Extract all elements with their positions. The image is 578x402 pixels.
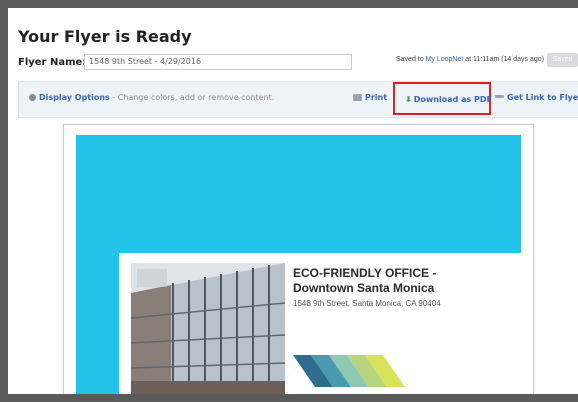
flyer-name-label: Flyer Name: (18, 57, 87, 68)
get-link-label[interactable]: Get Link to Flyer (507, 93, 578, 102)
download-pdf-label[interactable]: ⬇ Download as PDF (405, 95, 492, 104)
decorative-stripes (293, 355, 405, 387)
building-image (131, 263, 285, 394)
flyer-preview: ECO-FRIENDLY OFFICE - Downtown Santa Mon… (63, 124, 534, 394)
download-pdf-text[interactable]: Download as PDF (414, 95, 492, 104)
flyer-toolbar: Display Options - Change colors, add or … (18, 81, 578, 118)
saved-time: at 11:11am (14 days ago) (463, 56, 545, 63)
printer-icon (353, 94, 362, 101)
display-options-label[interactable]: Display Options (39, 93, 110, 102)
download-arrow-icon: ⬇ (405, 95, 412, 104)
listing-title-line1: ECO-FRIENDLY OFFICE - (293, 266, 437, 280)
gear-icon (29, 94, 36, 101)
download-pdf-button[interactable]: ⬇ Download as PDF (393, 82, 492, 115)
print-button[interactable]: Print (353, 93, 387, 102)
link-icon (495, 95, 504, 98)
listing-title-line2: Downtown Santa Monica (293, 281, 435, 295)
flyer-name-input[interactable]: 1548 9th Street - 4/29/2016 (84, 54, 352, 70)
property-photo (131, 263, 285, 394)
get-link-button[interactable]: Get Link to Flyer (495, 93, 578, 102)
print-label[interactable]: Print (365, 93, 387, 102)
save-button[interactable]: Saved (547, 53, 578, 67)
saved-status: Saved to My LoopNet at 11:11am (14 days … (396, 56, 544, 63)
page-title: Your Flyer is Ready (18, 27, 192, 46)
listing-title: ECO-FRIENDLY OFFICE - Downtown Santa Mon… (293, 266, 493, 296)
saved-prefix: Saved to (396, 56, 426, 63)
flyer-banner (76, 135, 521, 253)
listing-address: 1548 9th Street, Santa Monica, CA 90404 (293, 299, 441, 308)
display-options-link[interactable]: Display Options - Change colors, add or … (29, 93, 274, 102)
my-loopnet-link[interactable]: My LoopNet (426, 56, 464, 63)
flyer-side-banner (76, 135, 119, 394)
app-window: Your Flyer is Ready Flyer Name: 1548 9th… (8, 8, 578, 394)
display-options-description: - Change colors, add or remove content. (109, 93, 275, 102)
